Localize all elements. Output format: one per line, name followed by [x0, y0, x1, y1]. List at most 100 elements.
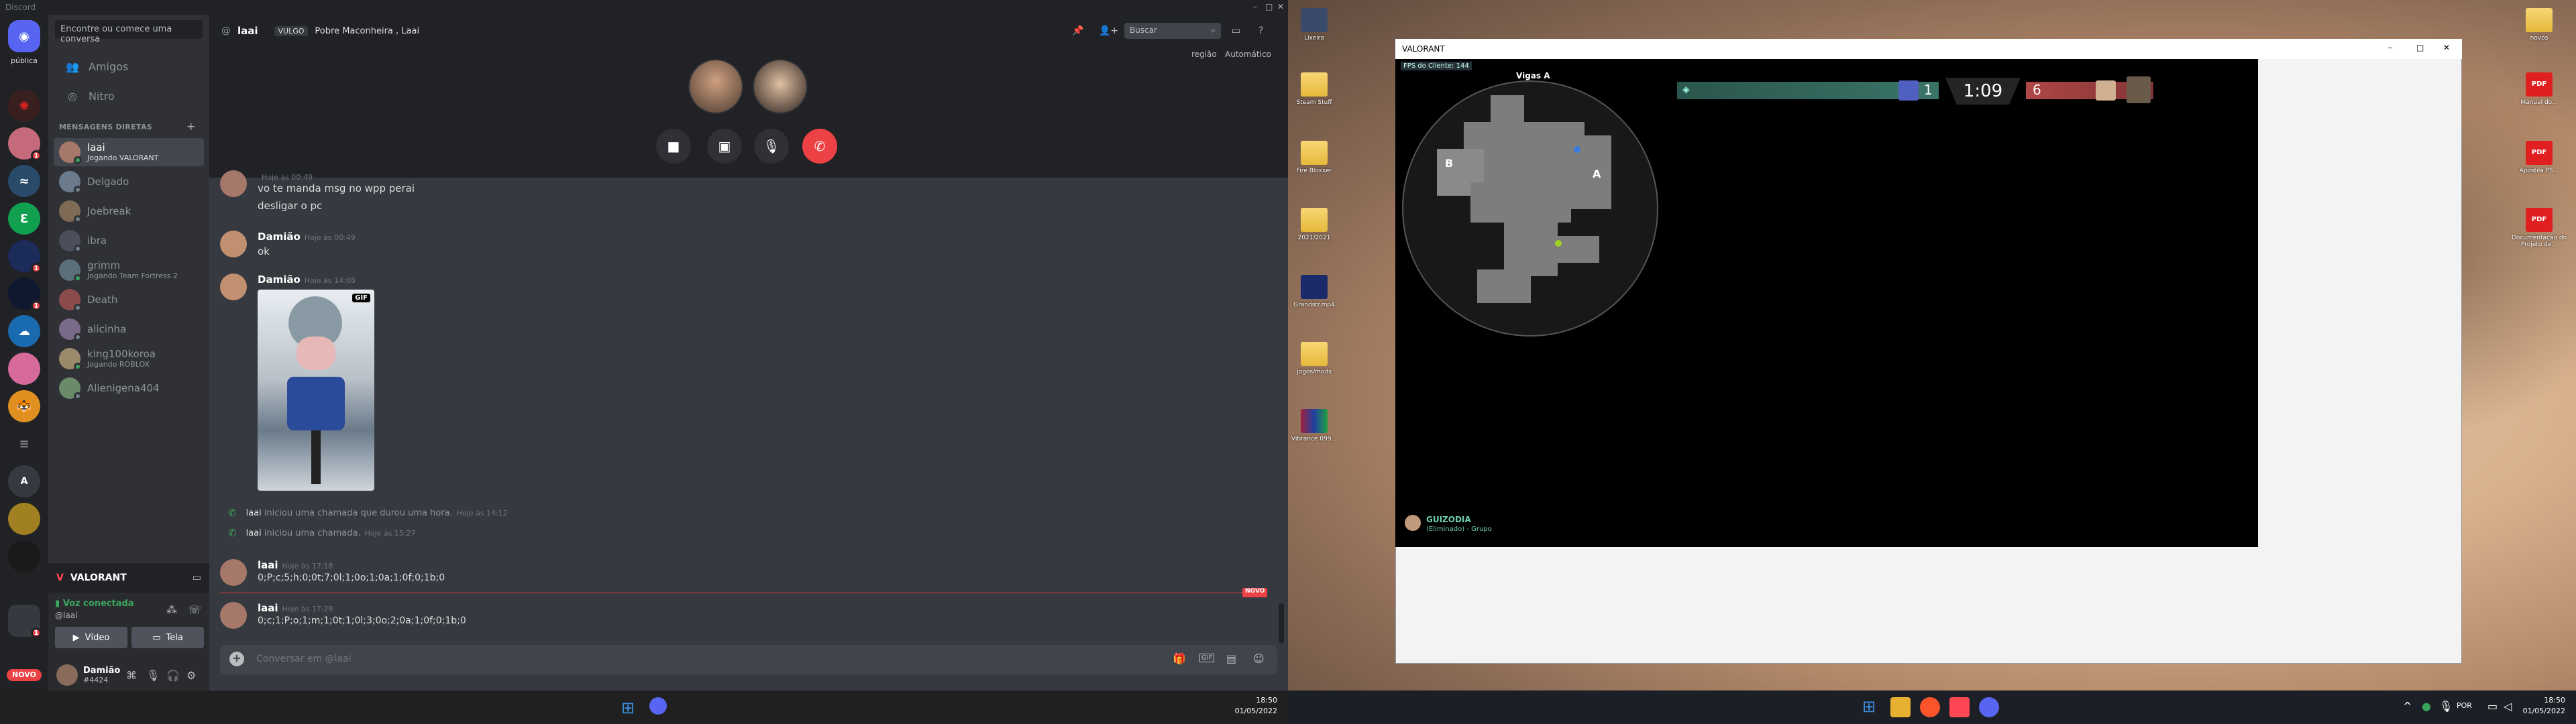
minimize-icon[interactable]: – [1253, 2, 1257, 11]
avatar [59, 259, 82, 282]
dm-search-input[interactable]: Encontre ou comece uma conversa [55, 20, 203, 44]
screen-icon[interactable]: ▭ [193, 572, 201, 583]
tray-app-icon[interactable]: ● [2422, 700, 2431, 713]
desktop-icon[interactable]: Fire Bloxxer [1284, 141, 1344, 174]
discord-taskbar-icon[interactable] [1979, 697, 1999, 717]
headset-icon[interactable]: 🎧 [166, 669, 180, 682]
nav-nitro[interactable]: ◎ Nitro [54, 82, 204, 110]
dm-item[interactable]: grimm Jogando Team Fortress 2 [54, 256, 204, 284]
server-icon[interactable]: 1 [8, 278, 42, 311]
file-explorer-icon[interactable] [1890, 697, 1911, 717]
user-info[interactable]: Damião #4424 ⌘ 🎙 🎧 ⚙ [48, 660, 209, 690]
desktop-icon[interactable]: PDF Documentação do Projeto de... [2509, 208, 2569, 248]
folder-icon[interactable]: 1 [8, 605, 42, 638]
nav-friends[interactable]: 👥 Amigos [54, 52, 204, 80]
desktop-icon[interactable]: Lixeira [1284, 8, 1344, 42]
mic-icon[interactable]: 🎙 [2439, 700, 2453, 713]
server-icon[interactable] [8, 353, 40, 385]
desktop-icon[interactable]: PDF Manual do... [2509, 72, 2569, 106]
windows-start-icon[interactable]: ⊞ [621, 699, 635, 717]
gift-icon[interactable]: 🎁 [1173, 652, 1186, 665]
dm-item[interactable]: Joebreak [54, 197, 204, 225]
server-icon[interactable] [8, 503, 40, 535]
add-member-icon[interactable]: 👤+ [1099, 25, 1118, 36]
desktop-icon[interactable]: Vibrance 099... [1284, 409, 1344, 442]
gif-image[interactable]: GIF [258, 290, 374, 491]
game-icon[interactable]: ⌘ [126, 669, 137, 682]
discord-taskbar-icon[interactable] [649, 697, 667, 715]
windows-start-icon[interactable]: ⊞ [1862, 697, 1882, 717]
mic-button[interactable]: 🎙 [754, 129, 789, 164]
add-dm-icon[interactable]: + [186, 120, 195, 133]
scrollbar[interactable] [1279, 603, 1284, 644]
help-icon[interactable]: ? [1258, 25, 1263, 36]
phone-icon: ✆ [228, 527, 237, 539]
desktop-icon[interactable]: PDF Apostila PS... [2509, 141, 2569, 174]
desktop-icon[interactable]: 2021/2021 [1284, 208, 1344, 241]
maximize-icon[interactable]: □ [1265, 2, 1273, 11]
server-icon[interactable]: ✺ [8, 90, 40, 122]
group-members: Pobre Maconheira , Laai [315, 25, 420, 36]
new-badge[interactable]: NOVO [7, 669, 42, 681]
desktop-icon[interactable]: jogos/mods [1284, 342, 1344, 375]
server-icon[interactable] [8, 540, 40, 572]
valorant-taskbar-icon[interactable] [1949, 697, 1970, 717]
maximize-icon[interactable]: □ [2416, 43, 2424, 52]
activity-bar[interactable]: V VALORANT ▭ [48, 563, 209, 593]
dm-item[interactable]: king100koroa Jogando ROBLOX [54, 345, 204, 373]
pin-icon[interactable]: 📌 [1072, 25, 1083, 36]
dm-item[interactable]: ibra [54, 227, 204, 255]
mic-icon[interactable]: 🎙 [146, 669, 160, 682]
search-input[interactable]: Buscar ⌕ [1124, 23, 1221, 39]
close-icon[interactable]: ✕ [2443, 43, 2450, 52]
camera-button[interactable]: ■ [656, 129, 691, 164]
server-icon[interactable]: ≡ [8, 428, 40, 460]
server-icon[interactable]: Ɛ [8, 202, 40, 235]
discord-logo-icon: ◉ [19, 29, 30, 44]
dm-item[interactable]: Alienigena404 [54, 374, 204, 402]
dm-item[interactable]: alicinha [54, 315, 204, 343]
chat-header: @ laai VULGO Pobre Maconheira , Laai 📌 👤… [209, 15, 1288, 47]
volume-icon[interactable]: ◁ [2504, 700, 2512, 713]
brave-browser-icon[interactable] [1920, 697, 1940, 717]
minimize-icon[interactable]: – [2388, 43, 2392, 52]
pdf-icon: PDF [2526, 208, 2553, 232]
sticker-icon[interactable]: ▤ [1226, 652, 1236, 665]
voice-status[interactable]: ▮ Voz conectada [55, 599, 134, 609]
message: laai Hoje às 17:28 0;c;1;P;o;1;m;1;0t;1;0… [220, 602, 1267, 629]
server-icon[interactable]: 1 [8, 127, 42, 161]
screen-share-button[interactable]: ▣ [707, 129, 742, 164]
video-button[interactable]: ▶ Vídeo [55, 627, 127, 648]
server-icon[interactable]: ☁ [8, 315, 40, 347]
search-placeholder: Buscar [1130, 25, 1157, 35]
message-composer[interactable]: + Conversar em @laai 🎁 GIF ▤ ☺ [220, 645, 1277, 674]
language-indicator[interactable]: POR [2457, 701, 2472, 710]
hangup-button[interactable]: ✆ [802, 129, 837, 164]
attach-icon[interactable]: + [229, 652, 244, 666]
network-icon[interactable]: ▭ [2487, 700, 2498, 713]
chevron-up-icon[interactable]: ^ [2403, 700, 2412, 713]
home-button[interactable]: ◉ [8, 20, 40, 52]
close-icon[interactable]: ✕ [1277, 2, 1284, 11]
video-file-icon [1301, 275, 1328, 299]
region-select[interactable]: Automático [1225, 50, 1271, 59]
dm-item[interactable]: Death [54, 286, 204, 314]
desktop-icon[interactable]: novos [2509, 8, 2569, 42]
server-icon[interactable]: ≈ [8, 165, 40, 197]
server-icon[interactable]: 1 [8, 240, 42, 274]
dm-item[interactable]: laai Jogando VALORANT [54, 138, 204, 166]
screen-share-button[interactable]: ▭ Tela [131, 627, 204, 648]
system-text: iniciou uma chamada que durou uma hora. [264, 507, 453, 518]
gear-icon[interactable]: ⚙ [186, 669, 196, 682]
emoji-icon[interactable]: ☺ [1253, 652, 1265, 665]
desktop-icon[interactable]: Steam Stuff [1284, 72, 1344, 106]
disconnect-icon[interactable]: ☏ [188, 603, 201, 616]
inbox-icon[interactable]: ▭ [1232, 25, 1240, 36]
gif-icon[interactable]: GIF [1199, 654, 1215, 662]
site-label: Vigas A [1516, 71, 1550, 80]
dm-item[interactable]: Delgado [54, 168, 204, 196]
server-icon[interactable]: A [8, 465, 40, 497]
desktop-icon[interactable]: Grandstr.mp4 [1284, 275, 1344, 308]
noise-icon[interactable]: ⁂ [166, 603, 177, 616]
server-icon[interactable]: 🐯 [8, 390, 40, 422]
